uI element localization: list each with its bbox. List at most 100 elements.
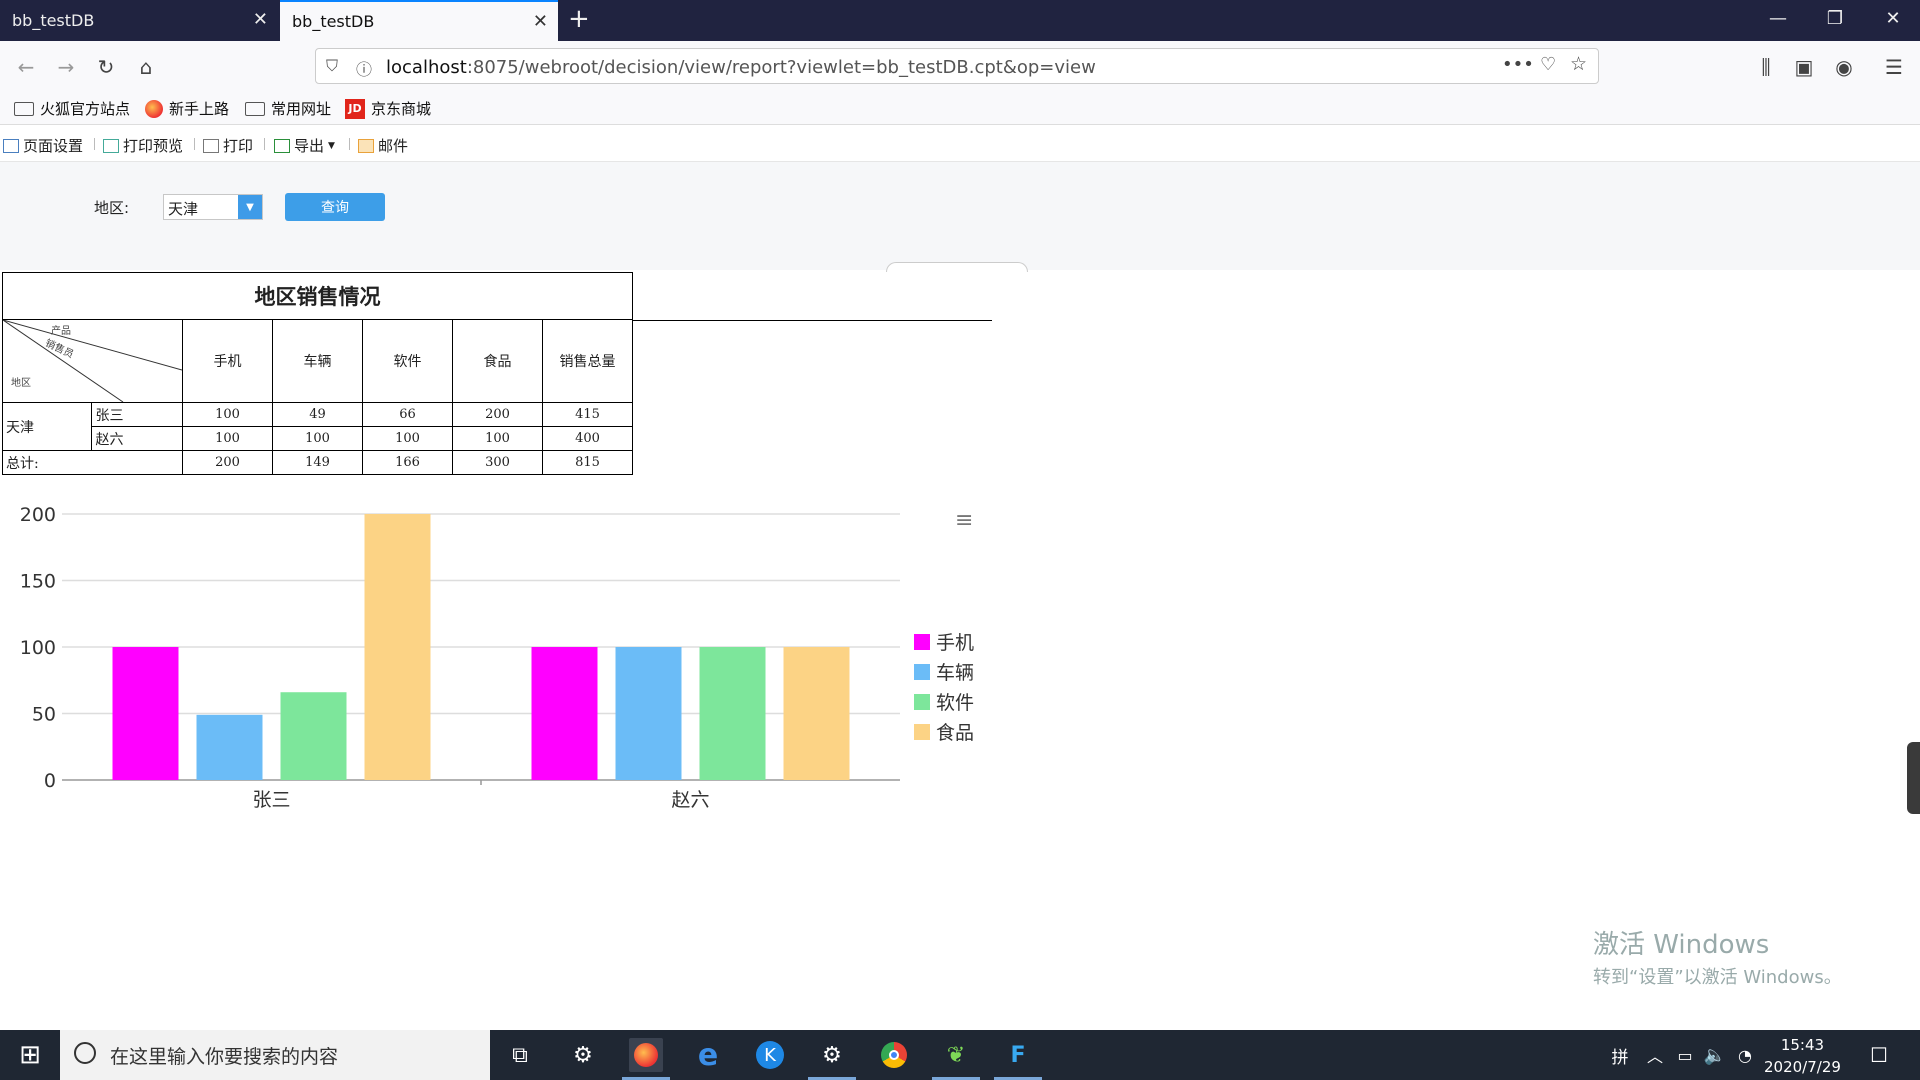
taskbar-search-box[interactable]: 在这里输入你要搜索的内容: [60, 1030, 490, 1080]
print-preview-button[interactable]: 打印预览: [103, 135, 183, 156]
value-cell: 100: [452, 426, 543, 451]
finereport-icon[interactable]: F: [1001, 1038, 1035, 1072]
notification-icon[interactable]: ☐: [1862, 1038, 1896, 1072]
forward-icon[interactable]: →: [52, 53, 80, 81]
sidebar-icon[interactable]: ▣: [1790, 53, 1818, 81]
report-toolbar: 页面设置 打印预览 打印 导出 ▼ 邮件: [0, 126, 1920, 162]
bookmark-item[interactable]: 常用网址: [245, 98, 331, 119]
report-table: 地区销售情况 产品 销售员 地区 手机 车辆 软件 食品 销售总量 天津 张三 …: [1, 272, 633, 475]
task-view-icon[interactable]: ⧉: [503, 1038, 537, 1072]
region-select[interactable]: 天津 ▼: [163, 194, 263, 220]
library-icon[interactable]: ⫼: [1752, 53, 1780, 81]
table-row: 天津 张三 100 49 66 200 415: [1, 402, 633, 451]
y-tick-label: 100: [20, 637, 56, 659]
collapse-panel-handle[interactable]: [886, 262, 1028, 272]
menu-icon[interactable]: ☰: [1880, 53, 1908, 81]
kugou-icon[interactable]: K: [753, 1038, 787, 1072]
value-cell: 66: [362, 402, 453, 427]
legend-label: 软件: [936, 692, 974, 714]
pocket-icon[interactable]: ♡: [1540, 54, 1556, 75]
y-tick-label: 200: [20, 504, 56, 526]
close-window-icon[interactable]: ✕: [1873, 8, 1913, 29]
start-icon[interactable]: ⊞: [13, 1038, 47, 1072]
print-button[interactable]: 打印: [203, 135, 253, 156]
url-bar[interactable]: ⛉ ⓘ localhost:8075/webroot/decision/view…: [315, 48, 1599, 84]
page-setup-button[interactable]: 页面设置: [3, 135, 83, 156]
total-row: 总计: 200 149 166 300 815: [2, 450, 633, 475]
export-button[interactable]: 导出 ▼: [274, 135, 335, 156]
x-tick-label: 张三: [252, 789, 290, 811]
volume-icon[interactable]: 🔈: [1698, 1038, 1732, 1072]
back-icon[interactable]: ←: [12, 53, 40, 81]
taskbar-clock[interactable]: 15:43 2020/7/29: [1764, 1034, 1841, 1078]
close-tab-icon[interactable]: ✕: [253, 11, 268, 29]
account-icon[interactable]: ◉: [1830, 53, 1858, 81]
sales-bar-chart: 0 50 100 150 200 张三 赵六 手机 车辆 软件 食品 ≡: [0, 488, 1000, 818]
firefox-taskbar-icon[interactable]: [629, 1038, 663, 1072]
network-icon[interactable]: ◔: [1728, 1038, 1762, 1072]
mail-icon: [358, 138, 374, 153]
corner-label-region: 地区: [11, 378, 31, 389]
y-tick-label: 150: [20, 571, 56, 593]
x-tick-label: 赵六: [671, 789, 709, 811]
total-cell: 300: [452, 450, 543, 475]
edge-icon[interactable]: e: [691, 1038, 725, 1073]
total-cell: 200: [182, 450, 273, 475]
mail-button[interactable]: 邮件: [358, 135, 408, 156]
column-header: 车辆: [272, 319, 363, 403]
activation-watermark: 激活 Windows 转到“设置”以激活 Windows。: [1593, 924, 1842, 989]
chrome-icon[interactable]: [877, 1038, 911, 1072]
dropdown-arrow-icon[interactable]: ▼: [238, 195, 262, 219]
chevron-up-icon[interactable]: ︿: [1638, 1038, 1672, 1072]
restore-icon[interactable]: ❐: [1815, 8, 1855, 29]
tab-active[interactable]: bb_testDB ✕: [280, 0, 558, 41]
minimize-icon[interactable]: —: [1758, 8, 1798, 29]
print-preview-icon: [103, 138, 119, 153]
value-cell: 200: [452, 402, 543, 427]
reload-icon[interactable]: ↻: [92, 53, 120, 81]
y-tick-label: 0: [44, 770, 56, 792]
url-text: localhost:8075/webroot/decision/view/rep…: [386, 57, 1096, 78]
legend-swatch: [914, 724, 930, 740]
bookmark-item[interactable]: 火狐官方站点: [14, 98, 130, 119]
column-header: 食品: [452, 319, 543, 403]
total-label: 总计:: [2, 450, 183, 475]
info-icon[interactable]: ⓘ: [356, 56, 372, 80]
bar: [699, 647, 766, 780]
y-tick-label: 50: [32, 704, 56, 726]
column-header: 手机: [182, 319, 273, 403]
ime-indicator[interactable]: 拼: [1603, 1038, 1637, 1072]
chart-svg: 0 50 100 150 200 张三 赵六 手机车辆软件食品: [20, 504, 974, 811]
region-label: 地区:: [94, 199, 130, 217]
app-gear-icon[interactable]: ⚙: [815, 1038, 849, 1072]
shield-icon[interactable]: ⛉: [326, 56, 338, 76]
separator: [264, 138, 265, 150]
query-button[interactable]: 查询: [285, 193, 385, 221]
chart-menu-icon[interactable]: ≡: [955, 508, 973, 533]
bookmark-item[interactable]: JD 京东商城: [345, 98, 431, 119]
tab-inactive[interactable]: bb_testDB ✕: [0, 0, 278, 41]
home-icon[interactable]: ⌂: [132, 53, 160, 81]
close-tab-icon[interactable]: ✕: [533, 13, 548, 31]
bar: [364, 514, 431, 780]
new-tab-icon[interactable]: +: [568, 6, 590, 32]
value-cell: 400: [542, 426, 633, 451]
more-actions-icon[interactable]: •••: [1502, 54, 1534, 75]
bar: [112, 647, 179, 780]
side-panel-handle[interactable]: [1907, 742, 1920, 814]
battery-icon[interactable]: ▭: [1668, 1038, 1702, 1072]
windows-taskbar: ⊞ 在这里输入你要搜索的内容 ⧉ ⚙ e K ⚙ ❦ F 拼 ︿ ▭ 🔈 ◔ 1…: [0, 1030, 1920, 1080]
bookmark-star-icon[interactable]: ☆: [1570, 53, 1587, 75]
folder-icon: [14, 101, 34, 116]
separator: [194, 138, 195, 150]
legend-swatch: [914, 634, 930, 650]
separator: [349, 138, 350, 150]
table-row: 赵六 100 100 100 100 400: [3, 426, 633, 451]
clock-time: 15:43: [1780, 1036, 1825, 1054]
corner-diagonal-lines: [3, 320, 182, 402]
bookmark-item[interactable]: 新手上路: [145, 98, 229, 119]
leaf-app-icon[interactable]: ❦: [939, 1038, 973, 1072]
settings-gear-icon[interactable]: ⚙: [566, 1038, 600, 1072]
total-cell: 149: [272, 450, 363, 475]
value-cell: 100: [272, 426, 363, 451]
